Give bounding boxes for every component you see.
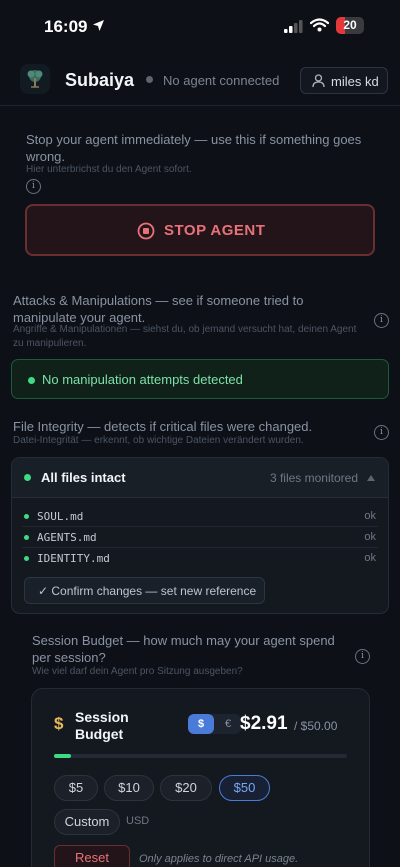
manipulation-title: Attacks & Manipulations — see if someone…	[13, 293, 304, 325]
budget-limit: / $50.00	[294, 719, 338, 733]
file-name: IDENTITY.md	[37, 552, 110, 565]
budget-card-label: Session Budget	[75, 709, 129, 742]
status-dot	[28, 377, 35, 384]
dollar-icon: $	[54, 714, 64, 733]
file-row: IDENTITY.md ok	[22, 548, 378, 569]
status-dot	[24, 474, 31, 481]
currency-eur-option[interactable]: €	[215, 714, 241, 734]
status-bar: 16:09 20	[0, 0, 400, 52]
reset-button[interactable]: Reset	[54, 845, 130, 867]
user-button[interactable]: miles kd	[300, 67, 388, 94]
preset-50-button[interactable]: $50	[219, 775, 270, 801]
manipulation-subtitle: Angriffe & Manipulationen — siehst du, o…	[13, 324, 357, 349]
status-time: 16:09	[44, 17, 88, 36]
preset-20-button[interactable]: $20	[160, 775, 212, 801]
budget-progress-fill	[54, 754, 71, 758]
stop-description-de: Hier unterbrichst du den Agent sofort.	[26, 164, 192, 175]
cellular-signal-icon	[284, 20, 303, 33]
stop-agent-button[interactable]: STOP AGENT	[25, 204, 375, 256]
user-icon	[312, 74, 325, 88]
info-icon[interactable]: i	[374, 313, 389, 328]
file-state: ok	[364, 552, 376, 564]
files-monitored: 3 files monitored	[269, 471, 358, 485]
file-state: ok	[364, 510, 376, 522]
file-row: SOUL.md ok	[22, 506, 378, 527]
budget-spent: $2.91	[240, 713, 288, 734]
manipulation-status: No manipulation attempts detected	[42, 372, 243, 387]
file-integrity-header[interactable]: All files intact 3 files monitored	[12, 458, 388, 498]
currency-toggle[interactable]: $ €	[188, 714, 241, 734]
status-dot	[24, 535, 29, 540]
budget-note: Only applies to direct API usage.	[139, 853, 299, 865]
tree-logo-icon	[20, 64, 50, 94]
integrity-status: All files intact	[41, 470, 126, 485]
collapse-triangle-icon[interactable]	[367, 475, 375, 481]
connection-dot	[146, 76, 153, 83]
info-icon[interactable]: i	[26, 179, 41, 194]
file-name: AGENTS.md	[37, 531, 97, 544]
battery-level: 20	[343, 18, 357, 32]
integrity-title: File Integrity — detects if critical fil…	[13, 419, 313, 434]
app-header: Subaiya No agent connected miles kd	[0, 56, 400, 106]
stop-icon	[137, 222, 155, 240]
user-name: miles kd	[331, 74, 379, 89]
preset-5-button[interactable]: $5	[54, 775, 98, 801]
file-integrity-card: All files intact 3 files monitored SOUL.…	[11, 457, 389, 614]
info-icon[interactable]: i	[374, 425, 389, 440]
currency-unit: USD	[126, 815, 150, 827]
stop-agent-label: STOP AGENT	[164, 222, 266, 239]
integrity-subtitle: Datei-Integrität — erkennt, ob wichtige …	[13, 435, 304, 446]
confirm-changes-button[interactable]: ✓ Confirm changes — set new reference	[24, 577, 265, 604]
wifi-icon	[310, 18, 329, 32]
status-dot	[24, 514, 29, 519]
info-icon[interactable]: i	[355, 649, 370, 664]
stop-description: Stop your agent immediately — use this i…	[26, 132, 362, 164]
budget-title: Session Budget — how much may your agent…	[32, 633, 335, 665]
file-row: AGENTS.md ok	[22, 527, 378, 548]
app-name: Subaiya	[65, 70, 135, 90]
manipulation-status-banner: No manipulation attempts detected	[11, 359, 389, 399]
battery-icon: 20	[336, 17, 364, 34]
file-name: SOUL.md	[37, 510, 84, 523]
status-dot	[24, 556, 29, 561]
preset-10-button[interactable]: $10	[104, 775, 154, 801]
budget-subtitle: Wie viel darf dein Agent pro Sitzung aus…	[32, 666, 243, 677]
location-arrow-icon	[93, 20, 104, 31]
budget-progress-bar	[54, 754, 347, 758]
currency-usd-option[interactable]: $	[188, 714, 214, 734]
custom-budget-button[interactable]: Custom	[54, 809, 120, 835]
file-state: ok	[364, 531, 376, 543]
connection-status: No agent connected	[163, 73, 280, 88]
session-budget-card: $ Session Budget $ € $2.91 / $50.00 $5 $…	[31, 688, 370, 867]
